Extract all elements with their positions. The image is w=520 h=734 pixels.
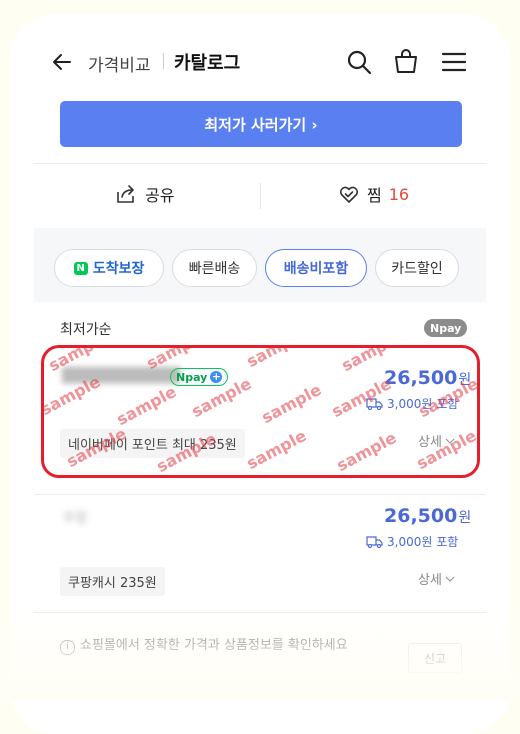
info-icon: i bbox=[60, 640, 75, 655]
share-button[interactable]: 공유 bbox=[115, 182, 174, 206]
naver-n-icon: N bbox=[73, 261, 88, 275]
notice-text: i 쇼핑몰에서 정확한 가격과 상품정보를 확인하세요 bbox=[60, 636, 360, 655]
like-count: 16 bbox=[388, 184, 410, 204]
detail-button[interactable]: 상세 bbox=[418, 569, 455, 588]
menu-icon[interactable] bbox=[440, 48, 468, 76]
offer-price: 26,500원 bbox=[384, 505, 471, 527]
truck-icon bbox=[366, 535, 383, 548]
sort-label: 최저가순 bbox=[60, 322, 112, 338]
detail-label: 상세 bbox=[418, 573, 442, 588]
search-icon[interactable] bbox=[345, 48, 373, 76]
like-label: 찜 bbox=[367, 186, 382, 205]
filter-chip-arrival-guarantee[interactable]: N 도착보장 bbox=[54, 249, 164, 287]
shipping-text: 3,000원 포함 bbox=[387, 535, 459, 549]
divider bbox=[34, 612, 486, 613]
divider bbox=[34, 494, 486, 495]
share-label: 공유 bbox=[145, 186, 175, 205]
buy-lowest-price-button[interactable]: 최저가 사러가기 › bbox=[60, 101, 462, 147]
price-value: 26,500 bbox=[384, 505, 458, 527]
filter-chip-label: 배송비포함 bbox=[283, 261, 349, 277]
back-arrow-icon[interactable] bbox=[50, 50, 74, 74]
shopping-bag-icon[interactable] bbox=[392, 47, 420, 75]
shipping-info: 3,000원 포함 bbox=[366, 533, 458, 550]
report-button[interactable]: 신고 bbox=[408, 643, 462, 673]
filter-chip-card-discount[interactable]: 카드할인 bbox=[375, 249, 459, 287]
action-divider bbox=[260, 183, 261, 209]
filter-chip-label: 도착보장 bbox=[92, 261, 145, 277]
filter-chip-fast-delivery[interactable]: 빠른배송 bbox=[172, 249, 257, 287]
benefit-tag: 쿠팡캐시 235원 bbox=[60, 567, 165, 596]
breadcrumb-divider bbox=[163, 53, 164, 69]
share-icon bbox=[117, 185, 134, 203]
breadcrumb-parent[interactable]: 가격비교 bbox=[88, 51, 151, 76]
filter-chip-label: 카드할인 bbox=[391, 261, 443, 277]
filter-chip-shipping-included[interactable]: 배송비포함 bbox=[265, 249, 367, 287]
highlight-box bbox=[41, 345, 480, 478]
npay-badge: Npay bbox=[424, 319, 468, 337]
filter-chip-label: 빠른배송 bbox=[188, 261, 241, 277]
like-button[interactable]: 찜 16 bbox=[338, 182, 409, 206]
price-unit: 원 bbox=[458, 510, 472, 526]
page-title: 카탈로그 bbox=[174, 53, 241, 74]
seller-name[interactable]: 쿠팡 bbox=[62, 508, 88, 528]
notice-label: 쇼핑몰에서 정확한 가격과 상품정보를 확인하세요 bbox=[80, 638, 348, 653]
heart-check-icon bbox=[339, 186, 359, 203]
chevron-down-icon bbox=[445, 576, 455, 582]
divider bbox=[34, 163, 486, 164]
